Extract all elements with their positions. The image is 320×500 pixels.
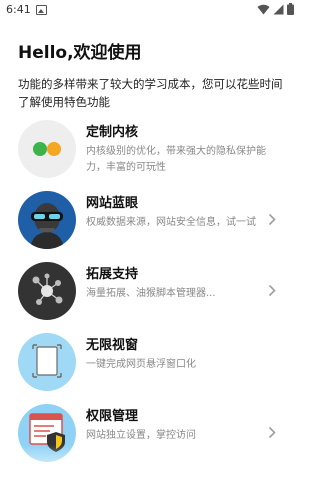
bottom-fade-overlay xyxy=(0,445,300,500)
feature-item-extension-support[interactable]: 拓展支持 海量拓展、油猴脚本管理器... xyxy=(0,262,300,342)
feature-item-site-blue-eye[interactable]: 网站蓝眼 权威数据来源，网站安全信息，试一试 xyxy=(0,191,300,271)
feature-description: 网站独立设置，掌控访问 xyxy=(86,430,196,441)
status-icons xyxy=(257,3,294,15)
site-blue-eye-icon xyxy=(18,191,76,249)
feature-name: 权限管理 xyxy=(86,409,139,424)
chevron-right-icon[interactable] xyxy=(268,213,276,226)
feature-description: 权威数据来源，网站安全信息，试一试 xyxy=(86,217,256,228)
chevron-right-icon[interactable] xyxy=(268,284,276,297)
gallery-icon xyxy=(36,5,47,15)
feature-name: 定制内核 xyxy=(86,125,139,140)
feature-description: 一键完成网页悬浮窗口化 xyxy=(86,359,196,370)
status-bar: 6:41 xyxy=(0,0,300,22)
battery-icon xyxy=(287,3,294,15)
page-description: 功能的多样带来了较大的学习成本，您可以花些时间了解使用特色功能 xyxy=(18,77,283,109)
feature-description: 内核级别的优化，带来强大的隐私保护能力，丰富的可玩性 xyxy=(86,146,266,173)
feature-name: 无限视窗 xyxy=(86,338,139,353)
feature-name: 拓展支持 xyxy=(86,267,139,282)
wifi-icon xyxy=(257,4,270,14)
custom-kernel-icon xyxy=(18,120,76,178)
feature-item-infinite-window[interactable]: 无限视窗 一键完成网页悬浮窗口化 xyxy=(0,333,300,413)
signal-icon xyxy=(273,4,284,14)
chevron-right-icon[interactable] xyxy=(268,426,276,439)
feature-name: 网站蓝眼 xyxy=(86,196,139,211)
page-title: Hello,欢迎使用 xyxy=(18,43,142,63)
infinite-window-icon xyxy=(18,333,76,391)
extension-support-icon xyxy=(18,262,76,320)
feature-description: 海量拓展、油猴脚本管理器... xyxy=(86,288,216,299)
feature-item-custom-kernel[interactable]: 定制内核 内核级别的优化，带来强大的隐私保护能力，丰富的可玩性 xyxy=(0,120,300,200)
status-time: 6:41 xyxy=(6,3,31,16)
